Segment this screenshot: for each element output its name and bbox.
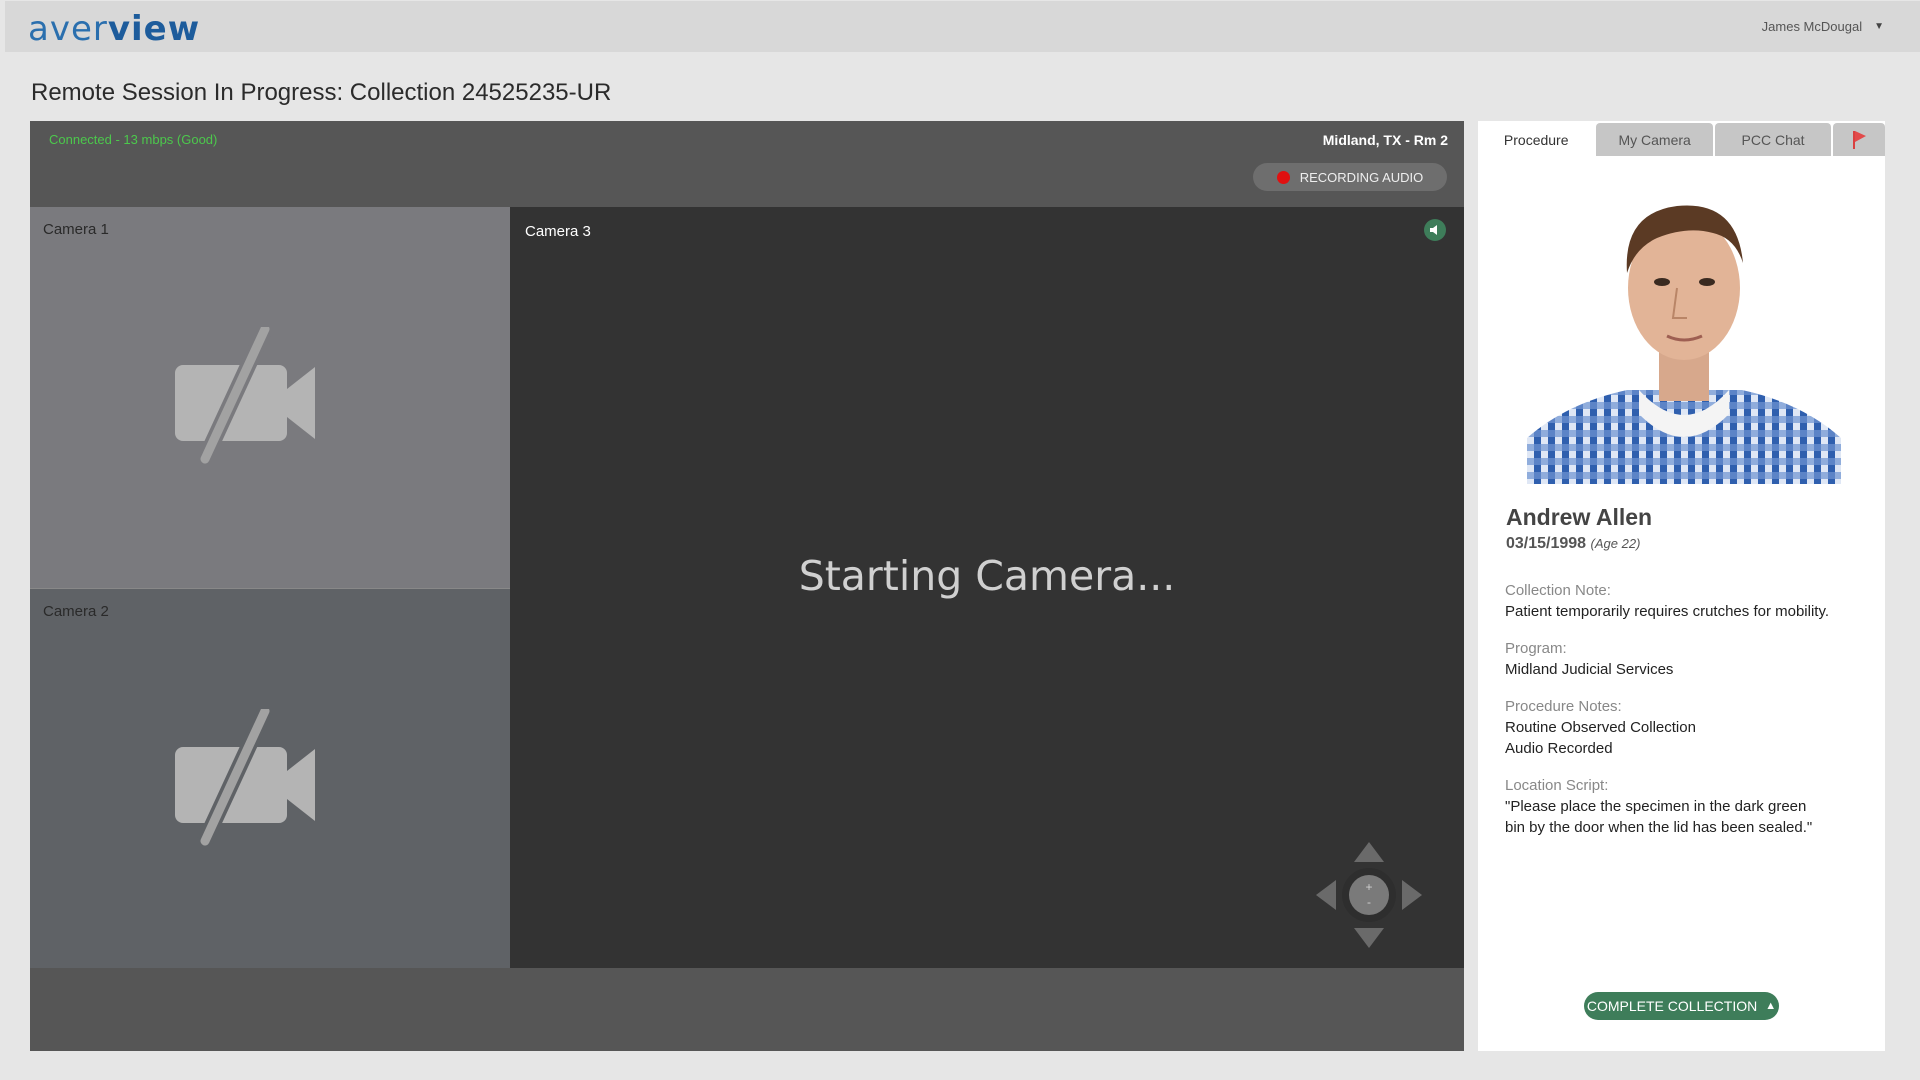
- patient-dob: 03/15/1998 (Age 22): [1506, 535, 1640, 553]
- field-value: bin by the door when the lid has been se…: [1505, 819, 1813, 836]
- age-value: (Age 22): [1590, 536, 1641, 551]
- record-dot-icon: [1276, 170, 1290, 184]
- connection-status: Connected - 13 mbps (Good): [49, 132, 218, 147]
- logo-text-bold: view: [107, 9, 201, 49]
- pan-down-arrow-icon: [1354, 928, 1384, 948]
- camera-1-label: Camera 1: [43, 221, 109, 238]
- camera-1-feed[interactable]: Camera 1: [30, 207, 510, 588]
- speaker-icon[interactable]: [1424, 219, 1446, 241]
- triangle-up-icon: ▲: [1765, 1000, 1777, 1012]
- field-value: Audio Recorded: [1505, 740, 1613, 757]
- field-label: Collection Note:: [1505, 582, 1611, 599]
- recording-label: RECORDING AUDIO: [1299, 169, 1424, 185]
- side-tabs: Procedure My Camera PCC Chat: [1478, 123, 1885, 156]
- flag-icon: [1853, 130, 1867, 149]
- page-title: Remote Session In Progress: Collection 2…: [31, 79, 612, 106]
- zoom-out-icon: -: [1367, 895, 1371, 909]
- speaker-glyph: [1430, 225, 1437, 235]
- tab-flag[interactable]: [1833, 123, 1885, 156]
- field-label: Location Script:: [1505, 777, 1609, 794]
- patient-name: Andrew Allen: [1506, 504, 1653, 530]
- side-panel: Procedure My Camera PCC Chat Andrew Alle…: [1478, 121, 1885, 1051]
- collection-note: Collection Note: Patient temporarily req…: [1505, 580, 1829, 622]
- location-label: Midland, TX - Rm 2: [1322, 132, 1448, 148]
- field-value: Patient temporarily requires crutches fo…: [1505, 603, 1830, 620]
- pan-left-arrow-icon: [1316, 880, 1336, 910]
- logo-text-light: aver: [28, 9, 108, 49]
- field-label: Program:: [1505, 640, 1567, 657]
- dob-value: 03/15/1998: [1506, 535, 1587, 552]
- location-script: Location Script: "Please place the speci…: [1505, 775, 1812, 838]
- camera-off-icon: [175, 709, 315, 846]
- camera-3-label: Camera 3: [525, 223, 591, 240]
- program: Program: Midland Judicial Services: [1505, 638, 1673, 680]
- user-menu[interactable]: James McDougal ▼: [1762, 19, 1884, 34]
- camera-3-feed[interactable]: Camera 3 Starting Camera... + -: [510, 207, 1464, 968]
- field-label: Procedure Notes:: [1505, 698, 1622, 715]
- video-panel: Connected - 13 mbps (Good) Midland, TX -…: [30, 121, 1464, 1051]
- tab-my-camera[interactable]: My Camera: [1596, 123, 1713, 156]
- field-value: Midland Judicial Services: [1505, 661, 1674, 678]
- top-bar: averview James McDougal ▼: [5, 1, 1920, 52]
- pan-right-arrow-icon: [1402, 880, 1422, 910]
- recording-audio-button[interactable]: RECORDING AUDIO: [1253, 163, 1447, 191]
- chevron-down-icon: ▼: [1874, 21, 1884, 32]
- tab-pcc-chat[interactable]: PCC Chat: [1714, 123, 1832, 156]
- app-logo[interactable]: averview: [28, 9, 200, 49]
- complete-collection-label: COMPLETE COLLECTION: [1586, 998, 1758, 1014]
- zoom-in-icon: +: [1365, 880, 1372, 894]
- camera-2-label: Camera 2: [43, 603, 109, 620]
- patient-photo: [1527, 178, 1841, 484]
- procedure-notes: Procedure Notes: Routine Observed Collec…: [1505, 696, 1696, 759]
- field-value: Routine Observed Collection: [1505, 719, 1696, 736]
- tab-procedure[interactable]: Procedure: [1478, 123, 1595, 156]
- camera-off-icon: [175, 327, 315, 464]
- camera-2-feed[interactable]: Camera 2: [30, 588, 510, 968]
- pan-up-arrow-icon: [1354, 842, 1384, 862]
- ptz-control[interactable]: + -: [1314, 840, 1424, 950]
- camera-status-text: Starting Camera...: [798, 552, 1176, 600]
- user-name: James McDougal: [1761, 19, 1863, 34]
- complete-collection-button[interactable]: COMPLETE COLLECTION ▲: [1584, 992, 1779, 1020]
- field-value: "Please place the specimen in the dark g…: [1505, 798, 1807, 815]
